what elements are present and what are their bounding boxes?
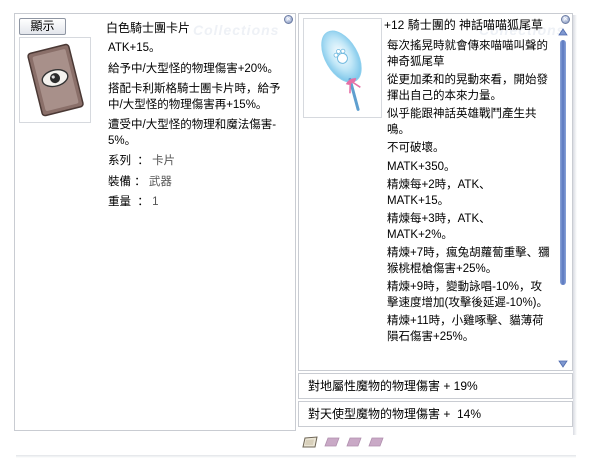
card-image-frame <box>19 37 91 123</box>
desc-line: 精煉+11時，小雞啄擊、貓薄荷隕石傷害+25%。 <box>387 315 544 343</box>
close-icon[interactable]: × <box>561 15 570 24</box>
card-slot-empty-icon[interactable] <box>324 436 340 448</box>
desc-line: ATK+15。 <box>108 42 161 54</box>
scroll-down-arrow-icon[interactable] <box>558 360 568 368</box>
card-description: ATK+15。 給予中/大型怪的物理傷害+20%。 搭配卡利斯格騎士團卡片時，給… <box>108 41 288 216</box>
watermark-text: Collections <box>193 22 280 38</box>
scroll-up-arrow-icon[interactable] <box>558 28 568 36</box>
meta-weight: 重量 ： 1 <box>108 195 288 211</box>
meta-label: 系列 <box>108 155 131 167</box>
white-knight-card-icon <box>27 43 84 117</box>
item-title: +12 騎士團的 神話喵喵狐尾草 <box>384 18 544 32</box>
desc-line: 給予中/大型怪的物理傷害+20%。 <box>108 62 279 75</box>
meta-value: 卡片 <box>152 155 176 167</box>
meta-sep: ： <box>134 175 146 188</box>
desc-line: MATK+350。 <box>387 160 456 173</box>
desc-line: 每次搖晃時就會傳來喵喵叫聲的神奇狐尾草 <box>387 40 548 68</box>
desc-line: 精煉+9時，變動詠唱-10%，攻擊速度增加(攻擊後延遲-10%)。 <box>387 281 549 309</box>
window-shadow-right <box>573 15 577 435</box>
card-slot-empty-icon[interactable] <box>346 436 362 448</box>
desc-line: 精煉每+3時，ATK、MATK+2%。 <box>387 213 491 241</box>
desc-line: 搭配卡利斯格騎士團卡片時，給予中/大型怪的物理傷害再+15%。 <box>108 83 281 111</box>
show-button[interactable]: 顯示 <box>19 18 66 35</box>
meta-sep: ： <box>137 155 149 167</box>
desc-line: 精煉+7時，瘋兔胡蘿蔔重擊、獼猴桃棍槍傷害+25%。 <box>387 247 550 275</box>
meta-value: 武器 <box>148 175 172 188</box>
scroll-thumb[interactable] <box>560 40 566 285</box>
desc-line: 不可破壞。 <box>387 142 445 154</box>
option-row-1: 對地屬性魔物的物理傷害 + 19% <box>298 373 573 399</box>
description-scrollbar[interactable] <box>558 28 568 368</box>
meta-value: 1 <box>152 196 159 208</box>
card-title: 白色騎士團卡片 <box>106 21 191 35</box>
item-info-window: Collections × +12 騎士團的 神話喵喵狐尾草 每次搖晃時就會傳來… <box>298 13 573 371</box>
desc-line: 遭受中/大型怪的物理和魔法傷害- 5%。 <box>108 119 277 147</box>
desc-line: 從更加柔和的晃動來看，開始發揮出自己的本來力量。 <box>387 74 548 102</box>
meta-label: 重量 <box>108 196 131 208</box>
meta-series: 系列 ： 卡片 <box>108 154 288 170</box>
card-slot-empty-icon[interactable] <box>368 436 384 448</box>
card-info-window: Collections × 顯示 白色騎士團卡片 ATK+15。 給予中/大型怪… <box>14 13 296 431</box>
close-icon[interactable]: × <box>284 15 293 24</box>
meta-sep: ： <box>137 196 149 208</box>
item-description: 每次搖晃時就會傳來喵喵叫聲的神奇狐尾草 從更加柔和的晃動來看，開始發揮出自己的本… <box>387 39 551 348</box>
desc-line: 似乎能跟神話英雄戰鬥產生共鳴。 <box>387 108 537 136</box>
item-image-frame <box>303 18 382 118</box>
option-row-2: 對天使型魔物的物理傷害 + 14% <box>298 401 573 427</box>
window-shadow-bottom <box>16 455 576 458</box>
meta-label: 裝備 <box>108 175 131 188</box>
cat-foxtail-wand-icon <box>321 30 362 111</box>
desc-line: 精煉每+2時，ATK、MATK+15。 <box>387 179 491 207</box>
card-slot-filled-icon[interactable] <box>302 436 318 448</box>
card-slots <box>302 435 402 451</box>
meta-equip: 裝備 ： 武器 <box>108 175 288 191</box>
